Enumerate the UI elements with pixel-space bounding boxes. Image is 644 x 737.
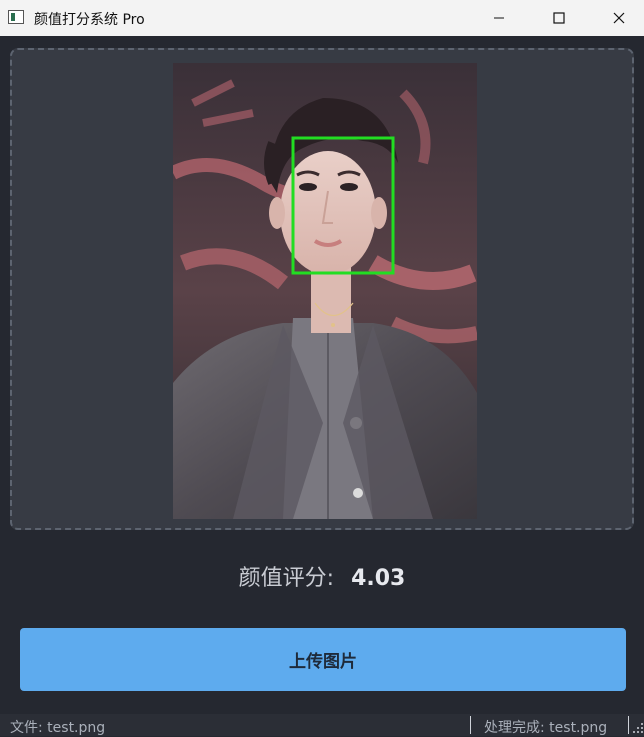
- window-title: 颜值打分系统 Pro: [34, 12, 145, 28]
- image-display-panel: [10, 48, 634, 530]
- maximize-button[interactable]: [536, 0, 582, 36]
- status-separator: [470, 716, 471, 734]
- minimize-button[interactable]: [476, 0, 522, 36]
- app-icon: [8, 10, 24, 24]
- score-label: 颜值评分:: [238, 566, 335, 591]
- portrait-photo: [173, 63, 477, 519]
- portrait-image: [173, 63, 477, 519]
- resize-grip-icon[interactable]: [632, 720, 644, 734]
- maximize-icon: [553, 12, 565, 24]
- title-bar: 颜值打分系统 Pro: [0, 0, 644, 36]
- score-value: 4.03: [351, 566, 406, 591]
- score-display: 颜值评分: 4.03: [0, 560, 644, 592]
- status-separator: [628, 716, 629, 734]
- upload-image-button[interactable]: 上传图片: [20, 628, 626, 691]
- status-file-text: 文件: test.png: [10, 720, 106, 736]
- status-bar: 文件: test.png 处理完成: test.png: [0, 714, 644, 736]
- status-message: 处理完成: test.png: [484, 720, 608, 736]
- minimize-icon: [494, 17, 504, 19]
- close-icon: [613, 12, 625, 24]
- close-button[interactable]: [596, 0, 642, 36]
